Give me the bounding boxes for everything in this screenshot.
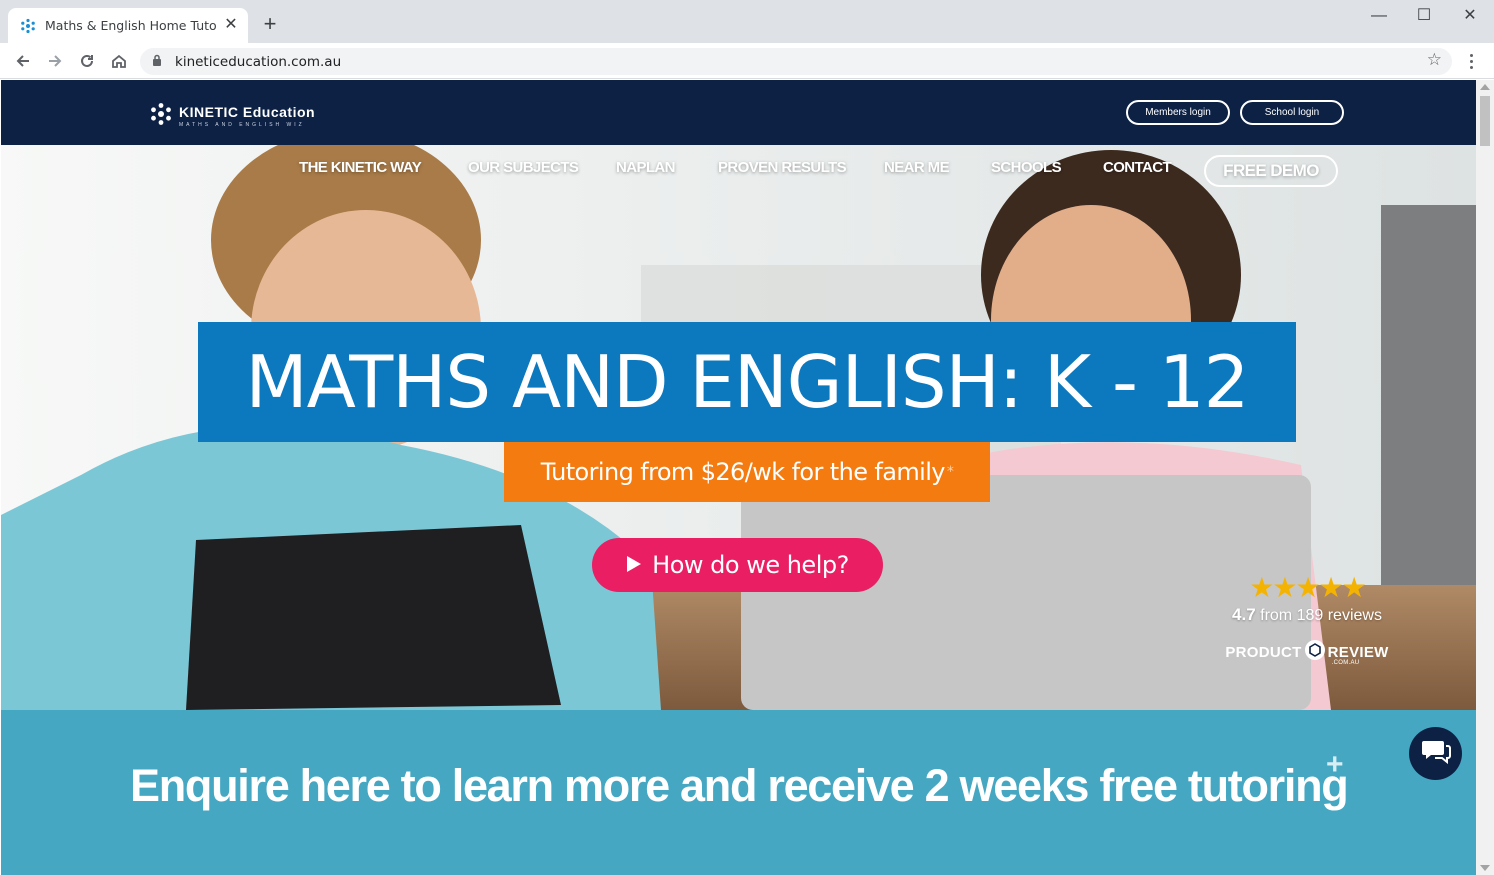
minimize-button[interactable]: — [1364, 6, 1394, 26]
tab-close-icon[interactable]: ✕ [222, 16, 240, 34]
maximize-button[interactable]: ☐ [1409, 6, 1439, 26]
logo-subtitle: MATHS AND ENGLISH WIZ [179, 122, 305, 128]
nav-item-naplan[interactable]: NAPLAN [616, 159, 676, 176]
web-page: KINETIC Education MATHS AND ENGLISH WIZ … [1, 80, 1476, 875]
back-arrow-icon[interactable] [12, 50, 34, 72]
tab-title: Maths & English Home Tutoring [45, 18, 217, 33]
members-login-button[interactable]: Members login [1126, 100, 1230, 125]
scrollbar-thumb[interactable] [1480, 96, 1490, 146]
scroll-down-arrow-icon[interactable] [1480, 865, 1490, 871]
url-text: kineticeducation.com.au [175, 54, 342, 70]
how-do-we-help-button[interactable]: How do we help? [592, 538, 883, 592]
nav-item-near-me[interactable]: NEAR ME [884, 159, 950, 176]
browser-tab-bar: Maths & English Home Tutoring ✕ + — ☐ ✕ [0, 0, 1494, 43]
how-do-we-help-label: How do we help? [652, 551, 849, 579]
free-demo-button[interactable]: FREE DEMO [1204, 155, 1338, 187]
hero-section: THE KINETIC WAY OUR SUBJECTS NAPLAN PROV… [1, 145, 1476, 710]
browser-toolbar: kineticeducation.com.au ☆ [0, 43, 1494, 79]
nav-item-proven-results[interactable]: PROVEN RESULTS [718, 159, 847, 176]
reload-icon[interactable] [76, 50, 98, 72]
price-footnote-mark: * [946, 464, 954, 480]
rating-stars-icon: ★★★★★ [1249, 572, 1367, 603]
chat-icon [1421, 738, 1451, 769]
bookmark-star-icon[interactable]: ☆ [1427, 50, 1442, 70]
nav-item-contact[interactable]: CONTACT [1103, 159, 1172, 176]
productreview-right: REVIEW .COM.AU [1327, 643, 1389, 666]
site-logo[interactable]: KINETIC Education MATHS AND ENGLISH WIZ [149, 102, 315, 131]
enquire-heading[interactable]: Enquire here to learn more and receive 2… [130, 760, 1349, 812]
rating-reviews-text: from 189 reviews [1260, 607, 1382, 624]
kinetic-logo-icon [149, 102, 173, 131]
productreview-right-text: REVIEW [1327, 643, 1389, 661]
new-tab-button[interactable]: + [259, 13, 281, 35]
play-icon [626, 551, 642, 579]
chat-bubble-button[interactable] [1409, 727, 1462, 780]
productreview-left-text: PRODUCT [1225, 643, 1302, 661]
site-header: KINETIC Education MATHS AND ENGLISH WIZ … [1, 80, 1476, 145]
review-rating-widget[interactable]: ★★★★★ 4.7 from 189 reviews PRODUCT REVIE… [1217, 572, 1397, 666]
rating-score: 4.7 [1232, 605, 1256, 624]
page-title: MATHS AND ENGLISH: K - 12 [245, 340, 1249, 424]
logo-title: KINETIC Education [179, 104, 316, 120]
browser-menu-icon[interactable] [1462, 49, 1480, 73]
main-nav: THE KINETIC WAY OUR SUBJECTS NAPLAN PROV… [1, 155, 1476, 195]
rating-summary: 4.7 from 189 reviews [1217, 605, 1397, 625]
nav-item-our-subjects[interactable]: OUR SUBJECTS [468, 159, 579, 176]
forward-arrow-icon[interactable] [44, 50, 66, 72]
headline-banner: MATHS AND ENGLISH: K - 12 [198, 322, 1296, 442]
productreview-badge-icon [1304, 639, 1326, 665]
enquire-section: Enquire here to learn more and receive 2… [1, 710, 1476, 875]
nav-item-the-kinetic-way[interactable]: THE KINETIC WAY [299, 159, 422, 176]
browser-tab[interactable]: Maths & English Home Tutoring ✕ [8, 8, 248, 43]
productreview-domain-text: .COM.AU [1331, 659, 1360, 666]
school-login-button[interactable]: School login [1240, 100, 1344, 125]
address-bar[interactable]: kineticeducation.com.au ☆ [140, 48, 1452, 75]
page-scrollbar[interactable] [1476, 80, 1494, 875]
price-banner: Tutoring from $26/wk for the family * [504, 442, 990, 502]
nav-item-schools[interactable]: SCHOOLS [991, 159, 1062, 176]
enquire-plus-icon: + [1326, 748, 1344, 781]
kinetic-favicon-icon [20, 18, 36, 34]
lock-icon [152, 54, 162, 72]
price-text: Tutoring from $26/wk for the family [540, 458, 946, 486]
home-icon[interactable] [108, 50, 130, 72]
productreview-logo: PRODUCT REVIEW .COM.AU [1217, 639, 1397, 666]
scroll-up-arrow-icon[interactable] [1480, 84, 1490, 90]
close-window-button[interactable]: ✕ [1455, 6, 1485, 26]
